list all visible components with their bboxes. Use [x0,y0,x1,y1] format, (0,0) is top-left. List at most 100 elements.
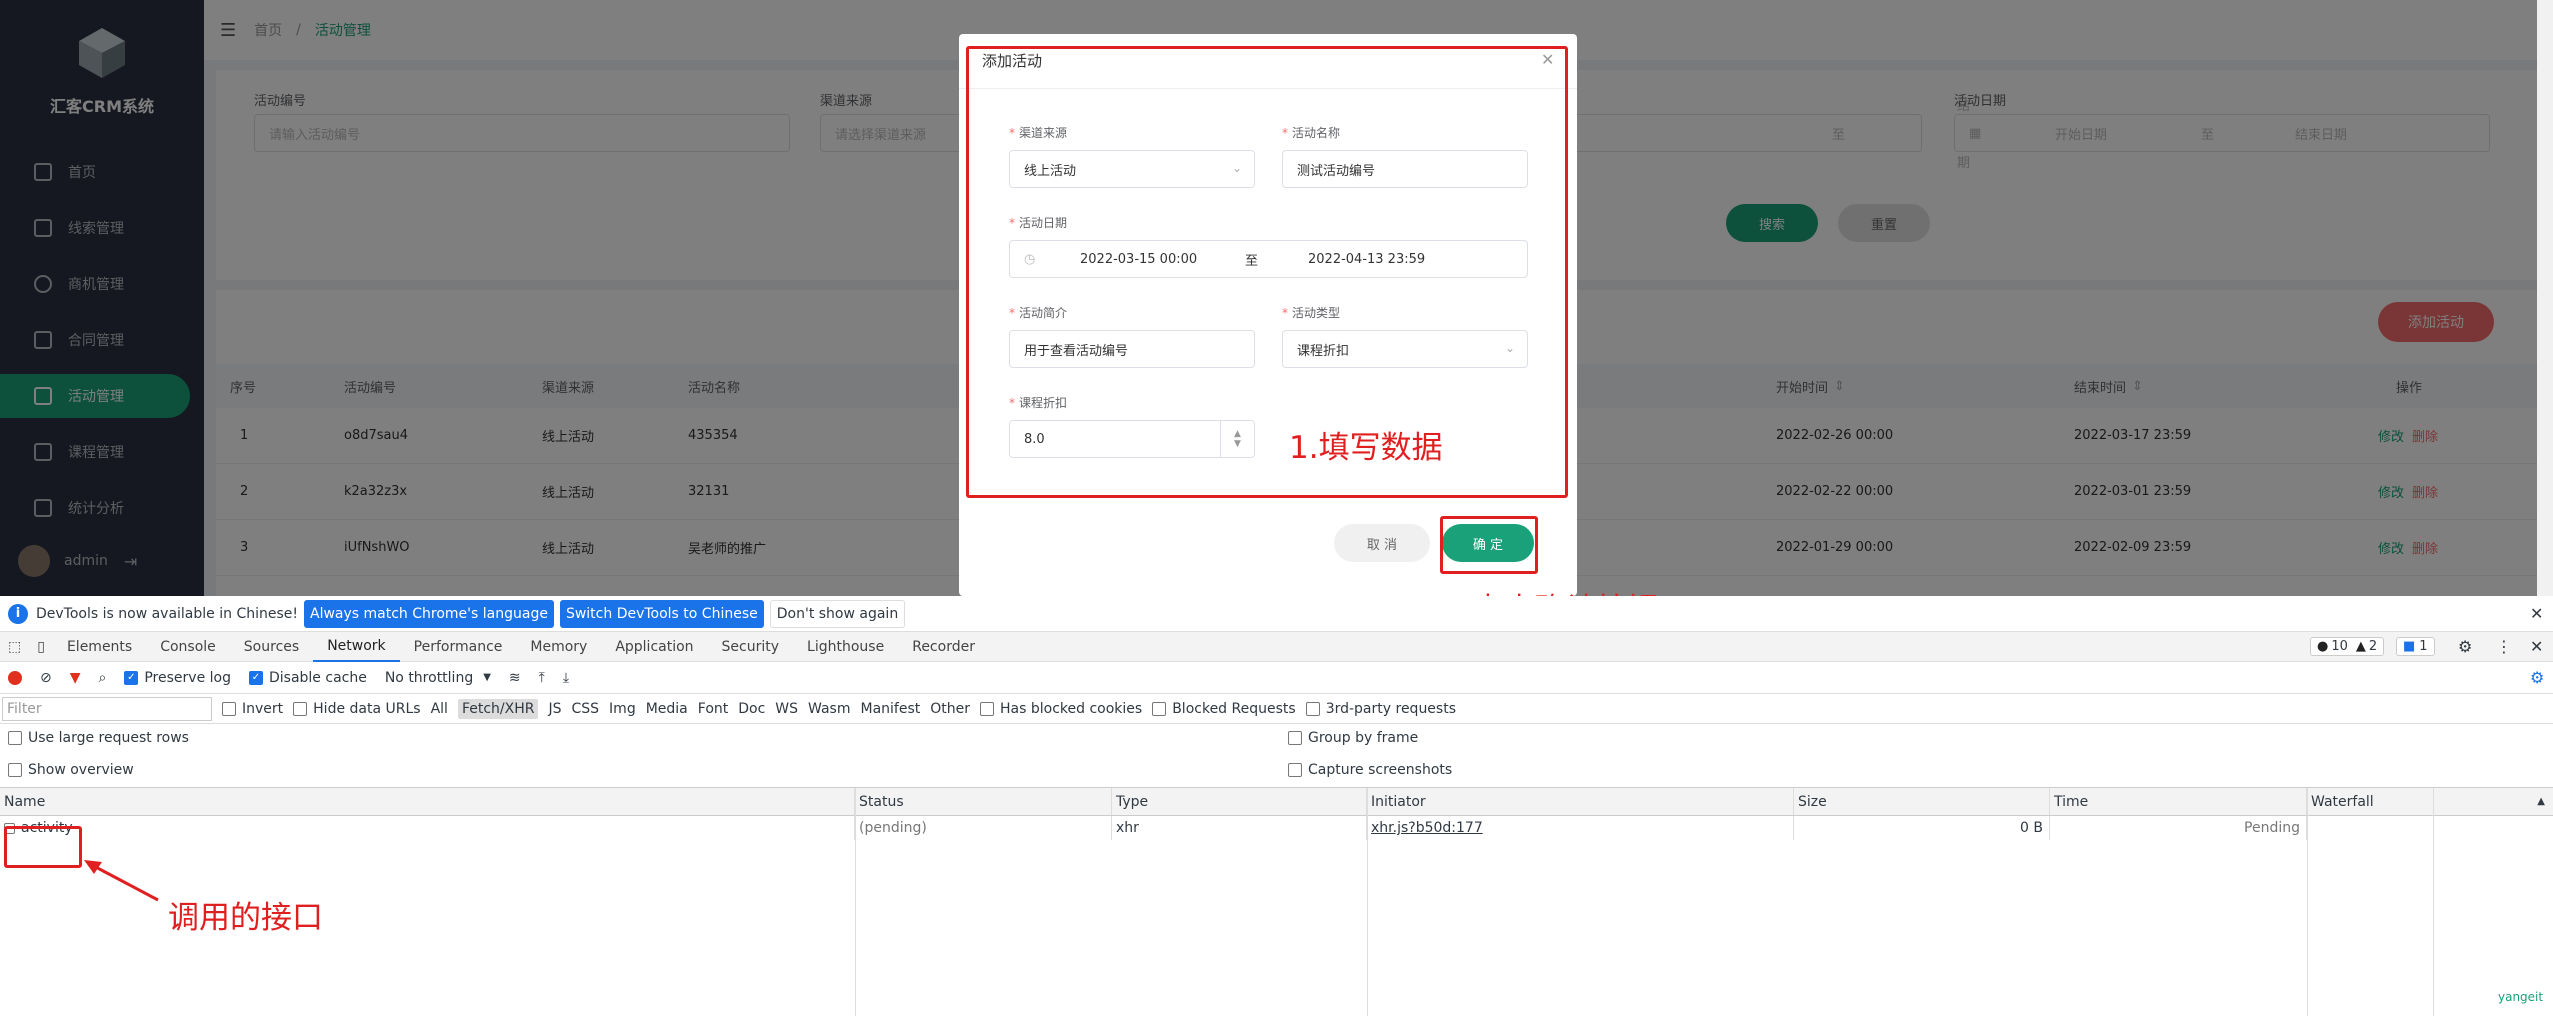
messages-badge[interactable]: ■ 1 [2396,637,2435,656]
annotation-arrow [84,860,159,902]
warning-icon: ▲ [2355,639,2366,654]
type-js[interactable]: JS [548,701,561,717]
annotation-box-form [966,46,1568,498]
gear-icon[interactable]: ⚙ [2458,637,2472,656]
blocked-cookies-checkbox[interactable]: Has blocked cookies [980,701,1142,717]
network-options: Use large request rows Show overview Gro… [0,724,2553,788]
record-icon[interactable] [8,670,22,685]
invert-label: Invert [242,700,284,717]
tab-sources[interactable]: Sources [230,632,313,662]
error-count: 10 [2331,639,2348,654]
col-name[interactable]: Name [0,788,855,815]
type-doc[interactable]: Doc [738,701,765,717]
request-initiator[interactable]: xhr.js?b50d:177 [1367,816,1794,840]
tab-memory[interactable]: Memory [516,632,601,662]
col-type[interactable]: Type [1112,788,1367,815]
dont-show-button[interactable]: Don't show again [769,599,906,628]
request-status: (pending) [855,816,1112,840]
col-waterfall[interactable]: Waterfall ▲ [2307,788,2553,815]
type-font[interactable]: Font [698,701,728,717]
download-icon[interactable]: ⤓ [563,670,569,686]
capture-screenshots-checkbox[interactable]: Capture screenshots [1288,762,1452,778]
network-empty-area [0,840,2553,1016]
more-icon[interactable]: ⋮ [2496,637,2512,656]
blocked-requests-checkbox[interactable]: Blocked Requests [1152,700,1296,717]
type-img[interactable]: Img [609,701,636,717]
preserve-log-checkbox[interactable]: ✓ Preserve log [124,670,231,686]
network-toolbar: ⊘ ▼ ⌕ ✓ Preserve log ✓ Disable cache No th… [0,662,2553,694]
gear-icon[interactable]: ⚙ [2530,668,2544,687]
network-table-header: Name Status Type Initiator Size Time Wat… [0,788,2553,816]
annotation-fill: 1.填写数据 [1289,430,1443,466]
match-language-button[interactable]: Always match Chrome's language [304,599,554,628]
network-filter-bar: Filter Invert Hide data URLs All Fetch/X… [0,694,2553,724]
hide-data-urls-checkbox[interactable]: Hide data URLs [293,701,421,717]
device-toggle-icon[interactable]: ▯ [29,632,53,662]
annotation-api: 调用的接口 [168,900,323,936]
type-manifest[interactable]: Manifest [861,701,921,717]
tab-console[interactable]: Console [146,632,230,662]
close-icon[interactable]: ✕ [2530,604,2543,623]
capture-screenshots-label: Capture screenshots [1308,762,1453,778]
show-overview-checkbox[interactable]: Show overview [8,762,134,778]
tab-recorder[interactable]: Recorder [898,632,989,662]
col-status[interactable]: Status [855,788,1112,815]
third-party-checkbox[interactable]: 3rd-party requests [1305,700,1457,717]
throttling-value: No throttling [384,669,474,686]
warning-count: 2 [2368,639,2378,654]
table-row[interactable]: activity (pending) xhr xhr.js?b50d:177 0… [0,816,2553,840]
tab-lighthouse[interactable]: Lighthouse [793,632,898,662]
column-divider [2307,788,2308,1016]
error-icon: ● [2317,639,2329,654]
close-icon[interactable]: ✕ [2530,637,2543,656]
blocked-cookies-label: Has blocked cookies [1000,700,1143,717]
preserve-log-label: Preserve log [144,669,231,686]
filter-input[interactable]: Filter [2,696,212,721]
tab-application[interactable]: Application [601,632,707,662]
issues-badge[interactable]: ● 10 ▲ 2 [2310,637,2385,656]
filter-icon[interactable]: ▼ [70,670,81,686]
cancel-button[interactable]: 取 消 [1334,524,1430,562]
tab-network[interactable]: Network [313,632,400,662]
info-icon: i [8,603,28,624]
col-initiator[interactable]: Initiator [1367,788,1794,815]
large-rows-checkbox[interactable]: Use large request rows [8,730,189,746]
watermark: yangeit [2498,990,2544,1004]
col-time[interactable]: Time [2050,788,2307,815]
tab-performance[interactable]: Performance [400,632,517,662]
type-all[interactable]: All [431,701,448,717]
column-divider [855,788,856,1016]
type-wasm[interactable]: Wasm [808,701,850,717]
search-icon[interactable]: ⌕ [99,670,107,686]
type-css[interactable]: CSS [571,701,599,717]
switch-chinese-button[interactable]: Switch DevTools to Chinese [559,599,764,628]
disable-cache-checkbox[interactable]: ✓ Disable cache [248,670,367,686]
throttling-select[interactable]: No throttling ▼ [385,670,491,686]
group-by-frame-checkbox[interactable]: Group by frame [1288,730,1418,746]
devtools-infobar: i DevTools is now available in Chinese! … [0,596,2553,632]
annotation-box-confirm [1440,516,1538,574]
type-media[interactable]: Media [646,701,688,717]
message-icon: ■ [2403,639,2416,654]
type-ws[interactable]: WS [775,701,798,717]
wifi-icon[interactable]: ≋ [509,670,521,686]
clear-icon[interactable]: ⊘ [40,670,52,686]
tab-security[interactable]: Security [708,632,794,662]
column-divider [1367,788,1368,1016]
blocked-requests-label: Blocked Requests [1172,700,1296,717]
request-type: xhr [1112,816,1367,840]
devtools-panel: i DevTools is now available in Chinese! … [0,596,2553,1016]
page-scrollbar[interactable] [2537,0,2553,596]
sort-up-icon: ▲ [2537,796,2545,807]
upload-icon[interactable]: ⤒ [539,670,545,686]
type-other[interactable]: Other [930,701,970,717]
type-fetch-xhr[interactable]: Fetch/XHR [457,698,539,719]
devtools-info-text: DevTools is now available in Chinese! [36,605,298,622]
tab-elements[interactable]: Elements [53,632,146,662]
inspect-icon[interactable]: ⬚ [0,632,29,662]
request-size: 0 B [1794,816,2050,840]
request-name[interactable]: activity [0,816,855,840]
third-party-label: 3rd-party requests [1325,700,1457,717]
col-size[interactable]: Size [1794,788,2050,815]
invert-checkbox[interactable]: Invert [222,701,283,717]
